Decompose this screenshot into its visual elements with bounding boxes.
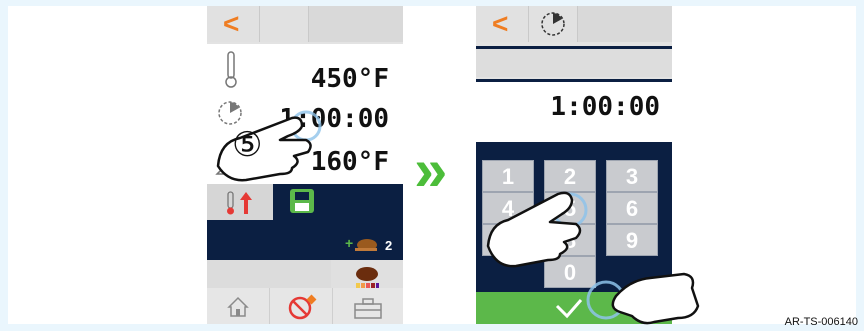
chevron-left-icon: <: [492, 8, 509, 39]
timer-input-value[interactable]: 1:00:00: [550, 92, 660, 122]
timer-display: 1:00:00: [476, 82, 672, 142]
no-clean-button[interactable]: [270, 288, 333, 324]
tab-temperature-up[interactable]: [207, 184, 273, 220]
temperature-up-icon: [227, 191, 252, 215]
home-icon: [227, 296, 249, 317]
toolbox-button[interactable]: [333, 288, 403, 324]
back-button[interactable]: <: [476, 6, 529, 42]
pointing-hand-icon: [216, 110, 322, 182]
right-top-bar: <: [476, 6, 672, 42]
timer-header: [529, 6, 578, 42]
empty-tab-area: [207, 260, 331, 288]
left-bottom-bar: [207, 288, 403, 324]
keypad-key-9[interactable]: 9: [606, 224, 658, 256]
timer-icon: [541, 12, 565, 36]
oven-temperature-value[interactable]: 450°F: [311, 64, 389, 94]
thermometer-icon: [225, 51, 237, 88]
back-button[interactable]: <: [207, 6, 260, 42]
svg-text:+: +: [345, 235, 353, 251]
add-food-icon[interactable]: +: [345, 230, 385, 254]
next-step-arrow-icon: »: [414, 136, 448, 203]
prohibited-cleaning-icon: [288, 294, 317, 320]
left-top-bar: <: [207, 6, 403, 42]
figure-caption: AR-TS-006140: [784, 316, 858, 328]
pointing-hand-icon: [586, 272, 700, 325]
keypad-key-6[interactable]: 6: [606, 192, 658, 224]
step-number-callout: ⑤: [232, 126, 263, 164]
save-icon[interactable]: [289, 188, 315, 214]
home-button[interactable]: [207, 288, 270, 324]
top-bar-blank: [260, 6, 309, 42]
toolbox-icon: [354, 298, 382, 319]
timer-label-row: [476, 49, 672, 77]
food-count-badge: 2: [385, 238, 393, 253]
keypad-key-3[interactable]: 3: [606, 160, 658, 192]
navy-panel-left: [207, 220, 273, 260]
chevron-left-icon: <: [223, 8, 240, 39]
